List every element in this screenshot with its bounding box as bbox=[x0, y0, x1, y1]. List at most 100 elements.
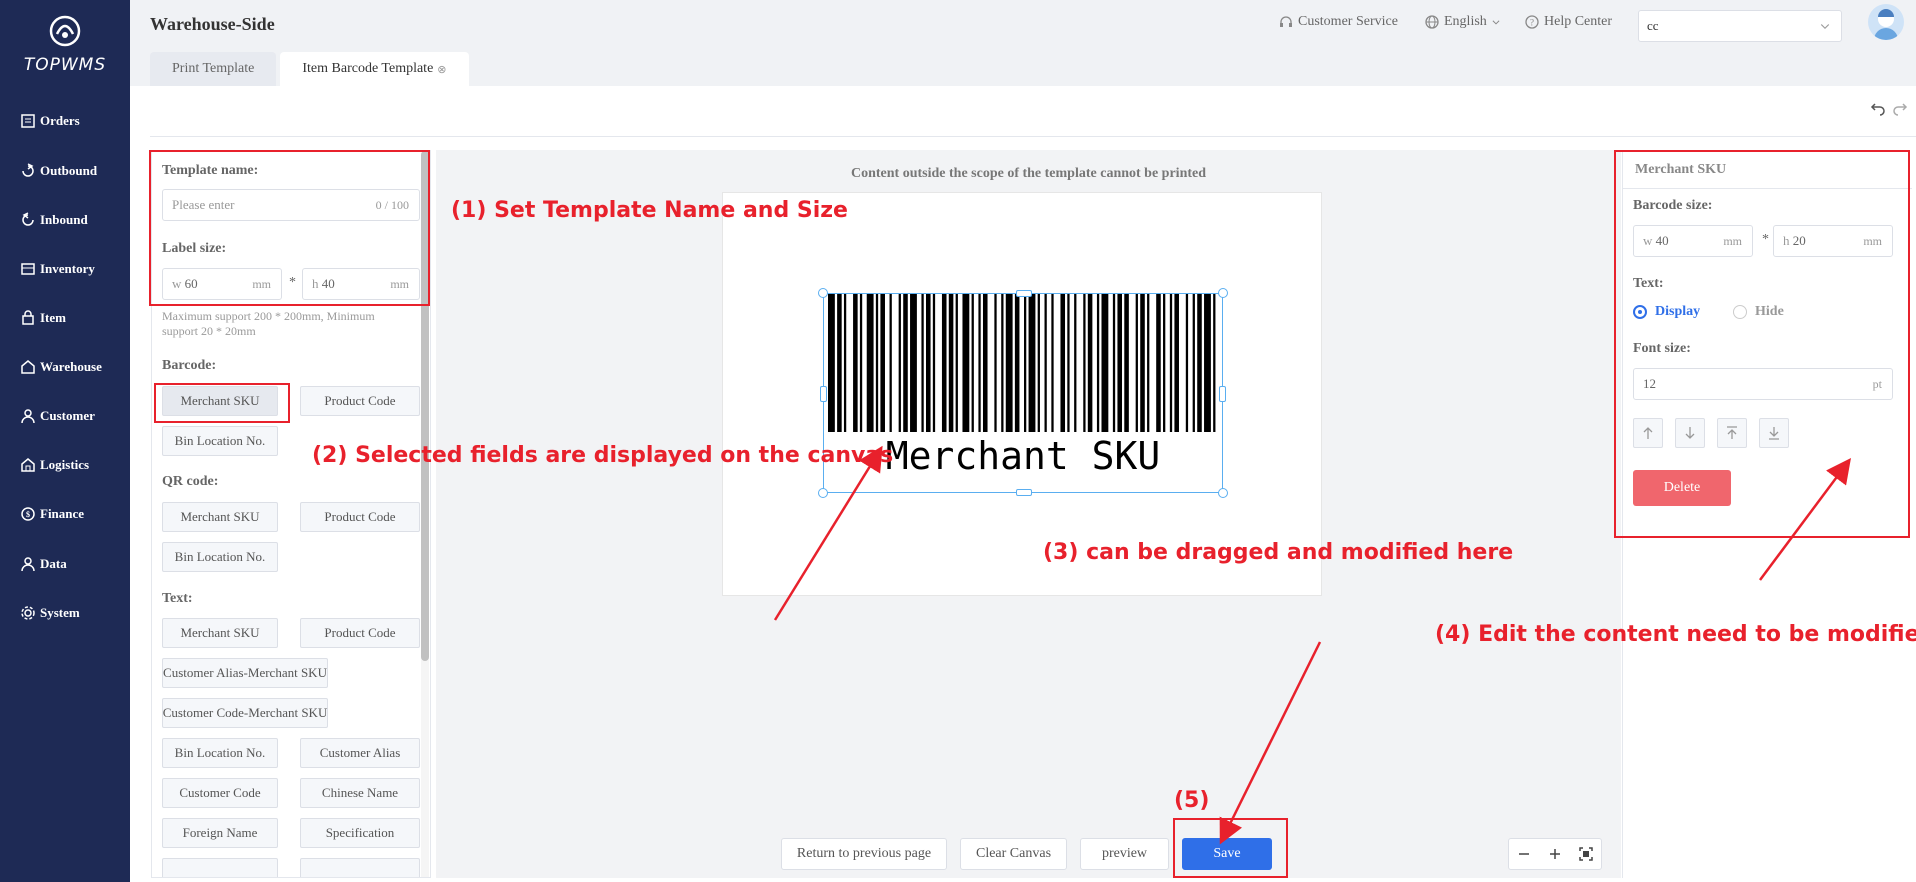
label-canvas[interactable]: Merchant SKU bbox=[722, 192, 1322, 596]
barcode-bar bbox=[1140, 294, 1145, 432]
barcode-bar bbox=[859, 294, 863, 432]
redo-icon[interactable] bbox=[1892, 100, 1908, 116]
resize-handle[interactable] bbox=[1219, 386, 1226, 402]
annotation-step-4: (4) Edit the content need to be modified bbox=[1435, 622, 1916, 647]
barcode-bar bbox=[1087, 294, 1093, 432]
sidebar-item-label: Warehouse bbox=[40, 359, 102, 374]
inventory-icon bbox=[21, 263, 35, 275]
text-field-customer-code[interactable]: Customer Code bbox=[162, 778, 278, 808]
qr-field-product-code[interactable]: Product Code bbox=[300, 502, 420, 532]
text-field-customer-alias-sku[interactable]: Customer Alias-Merchant SKU bbox=[162, 658, 328, 688]
barcode-bar bbox=[898, 294, 901, 432]
qr-field-merchant-sku[interactable]: Merchant SKU bbox=[162, 502, 278, 532]
text-field-product-code[interactable]: Product Code bbox=[300, 618, 420, 648]
qr-section-label: QR code: bbox=[162, 474, 219, 489]
barcode-bar bbox=[955, 294, 958, 432]
annotation-step-1: (1) Set Template Name and Size bbox=[451, 198, 848, 223]
tab-label: Item Barcode Template bbox=[302, 61, 434, 76]
sidebar-item-label: System bbox=[40, 605, 80, 620]
logo: TOPWMS bbox=[0, 14, 130, 75]
text-field-customer-alias[interactable]: Customer Alias bbox=[300, 738, 420, 768]
barcode-field-product-code[interactable]: Product Code bbox=[300, 386, 420, 416]
sidebar-item-finance[interactable]: $ Finance bbox=[20, 502, 84, 526]
annotation-box-1 bbox=[149, 150, 430, 306]
finance-icon: $ bbox=[21, 507, 35, 521]
preview-button[interactable]: preview bbox=[1080, 838, 1169, 870]
sidebar-item-data[interactable]: Data bbox=[20, 552, 67, 576]
resize-handle[interactable] bbox=[820, 386, 827, 402]
text-field-chinese-name[interactable]: Chinese Name bbox=[300, 778, 420, 808]
sidebar-item-label: Logistics bbox=[40, 457, 90, 472]
resize-handle[interactable] bbox=[1016, 290, 1032, 297]
language-label: English bbox=[1444, 14, 1487, 29]
barcode-bar bbox=[1083, 294, 1086, 432]
barcode-bar bbox=[962, 294, 970, 432]
barcode-bar bbox=[1014, 294, 1020, 432]
barcode-bar bbox=[1163, 294, 1166, 432]
undo-icon[interactable] bbox=[1870, 100, 1886, 116]
customer-service-link[interactable]: Customer Service bbox=[1278, 14, 1398, 30]
zoom-out-icon[interactable] bbox=[1516, 846, 1532, 862]
account-select[interactable]: cc bbox=[1638, 10, 1842, 42]
barcode-bar bbox=[853, 294, 858, 432]
barcode-bar bbox=[837, 294, 842, 432]
sidebar-item-item[interactable]: Item bbox=[20, 306, 66, 330]
resize-handle[interactable] bbox=[818, 288, 828, 298]
barcode-bar bbox=[978, 294, 981, 432]
barcode-bar bbox=[982, 294, 988, 432]
sidebar-item-inbound[interactable]: Inbound bbox=[20, 208, 88, 232]
clear-canvas-button[interactable]: Clear Canvas bbox=[960, 838, 1067, 870]
text-section-label: Text: bbox=[162, 591, 193, 606]
barcode-bar bbox=[880, 294, 885, 432]
text-field-specification[interactable]: Specification bbox=[300, 818, 420, 848]
text-field-more[interactable] bbox=[300, 858, 420, 877]
sidebar-item-label: Outbound bbox=[40, 163, 98, 178]
sidebar-item-logistics[interactable]: Logistics bbox=[20, 453, 89, 477]
annotation-step-3: (3) can be dragged and modified here bbox=[1043, 540, 1514, 565]
customer-icon bbox=[21, 409, 35, 424]
sidebar: TOPWMS Orders Outbound Inbound Inventory… bbox=[0, 0, 130, 882]
sidebar-item-system[interactable]: System bbox=[20, 601, 80, 625]
header: Warehouse-Side Customer Service English … bbox=[130, 0, 1916, 48]
tab-item-barcode-template[interactable]: Item Barcode Template ⊗ bbox=[280, 52, 469, 86]
return-button[interactable]: Return to previous page bbox=[781, 838, 947, 870]
sidebar-item-label: Customer bbox=[40, 408, 95, 423]
headset-icon bbox=[1280, 16, 1292, 27]
barcode-bar bbox=[1117, 294, 1122, 432]
barcode-bar bbox=[1112, 294, 1116, 432]
barcode-bar bbox=[843, 294, 847, 432]
tab-print-template[interactable]: Print Template bbox=[150, 52, 277, 86]
barcode-bar bbox=[1124, 294, 1129, 432]
sidebar-item-warehouse[interactable]: Warehouse bbox=[20, 355, 102, 379]
help-center-link[interactable]: ? Help Center bbox=[1524, 14, 1612, 30]
zoom-in-icon[interactable] bbox=[1547, 846, 1563, 862]
item-icon bbox=[22, 310, 34, 325]
close-icon[interactable]: ⊗ bbox=[437, 63, 446, 76]
sidebar-item-customer[interactable]: Customer bbox=[20, 404, 95, 428]
sidebar-item-outbound[interactable]: Outbound bbox=[20, 159, 97, 183]
barcode-bar bbox=[1156, 294, 1161, 432]
resize-handle[interactable] bbox=[1016, 489, 1032, 496]
text-field-bin-location[interactable]: Bin Location No. bbox=[162, 738, 278, 768]
barcode-bar bbox=[875, 294, 879, 432]
app-title: Warehouse-Side bbox=[150, 14, 275, 34]
barcode-bar bbox=[1174, 294, 1179, 432]
text-field-customer-code-sku[interactable]: Customer Code-Merchant SKU bbox=[162, 698, 328, 728]
barcode-bar bbox=[889, 294, 892, 432]
text-field-more[interactable] bbox=[162, 858, 278, 877]
language-switcher[interactable]: English bbox=[1424, 14, 1501, 30]
sidebar-item-inventory[interactable]: Inventory bbox=[20, 257, 95, 281]
barcode-field-bin-location[interactable]: Bin Location No. bbox=[162, 426, 278, 456]
barcode-bar bbox=[941, 294, 947, 432]
fit-screen-icon[interactable] bbox=[1578, 846, 1594, 862]
tab-label: Print Template bbox=[172, 61, 255, 76]
qr-field-bin-location[interactable]: Bin Location No. bbox=[162, 542, 278, 572]
text-field-foreign-name[interactable]: Foreign Name bbox=[162, 818, 278, 848]
avatar[interactable] bbox=[1868, 4, 1904, 40]
text-field-merchant-sku[interactable]: Merchant SKU bbox=[162, 618, 278, 648]
help-center-label: Help Center bbox=[1544, 14, 1613, 29]
resize-handle[interactable] bbox=[1218, 288, 1228, 298]
resize-handle[interactable] bbox=[1218, 488, 1228, 498]
sidebar-item-orders[interactable]: Orders bbox=[20, 109, 80, 133]
resize-handle[interactable] bbox=[818, 488, 828, 498]
